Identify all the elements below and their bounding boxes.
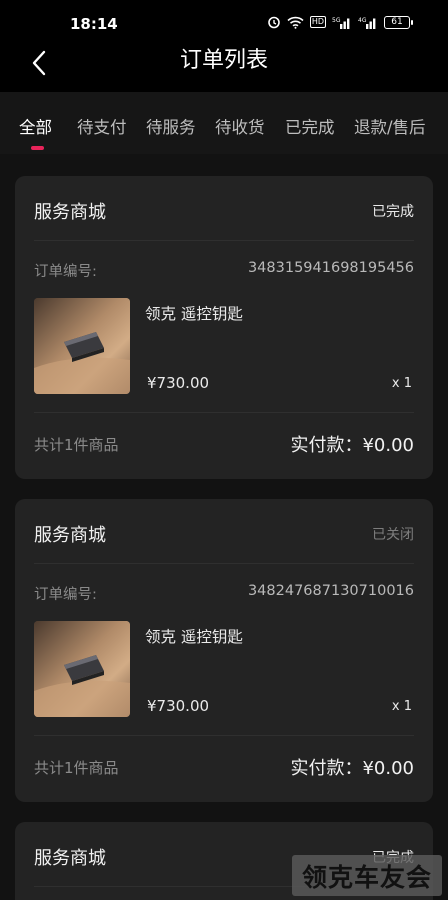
tab-all[interactable]: 全部 xyxy=(19,114,52,138)
tab-refund[interactable]: 退款/售后 xyxy=(354,114,426,138)
svg-text:5G: 5G xyxy=(332,17,341,24)
shop-name: 服务商城 xyxy=(34,848,106,869)
tab-pending-payment[interactable]: 待支付 xyxy=(77,114,127,138)
item-count: 共计1件商品 xyxy=(34,758,119,777)
page-title: 订单列表 xyxy=(179,48,268,73)
order-status: 已完成 xyxy=(372,204,414,220)
order-number: 348247687130710016 xyxy=(247,583,414,599)
order-card[interactable]: 服务商城 已完成 订单编号: 348315941698195456 领克 遥控钥… xyxy=(15,176,433,479)
status-bar: 18:14 HD 5G 4G 61 xyxy=(0,0,448,40)
product-image[interactable] xyxy=(34,298,130,394)
order-card[interactable]: 服务商城 已关闭 订单编号: 348247687130710016 领克 遥控钥… xyxy=(15,499,433,802)
hd-badge: HD xyxy=(309,16,326,28)
shop-name: 服务商城 xyxy=(34,202,106,223)
watermark-logo: 领克车友会 xyxy=(292,855,442,896)
nav-bar: 订单列表 xyxy=(0,40,448,92)
order-number-label: 订单编号: xyxy=(34,264,97,280)
tab-bar: 全部 待支付 待服务 待收货 已完成 退款/售后 xyxy=(0,92,448,154)
order-number-label: 订单编号: xyxy=(34,587,97,603)
order-number: 348315941698195456 xyxy=(247,260,414,276)
tab-pending-receipt[interactable]: 待收货 xyxy=(215,114,265,138)
signal-4g-icon: 4G xyxy=(358,16,378,29)
status-icons: HD 5G 4G 61 xyxy=(267,15,413,29)
svg-text:4G: 4G xyxy=(358,17,367,24)
product-name: 领克 遥控钥匙 xyxy=(145,628,243,646)
status-time: 18:14 xyxy=(70,15,118,33)
wifi-icon xyxy=(287,16,304,29)
tab-pending-service[interactable]: 待服务 xyxy=(146,114,196,138)
divider xyxy=(34,412,414,413)
paid-amount: 实付款：¥0.00 xyxy=(290,758,414,779)
divider xyxy=(34,240,414,241)
order-status: 已关闭 xyxy=(372,527,414,543)
product-image[interactable] xyxy=(34,621,130,717)
shop-name: 服务商城 xyxy=(34,525,106,546)
product-name: 领克 遥控钥匙 xyxy=(145,305,243,323)
tab-completed[interactable]: 已完成 xyxy=(285,114,335,138)
product-quantity: x 1 xyxy=(391,699,412,714)
item-count: 共计1件商品 xyxy=(34,435,119,454)
product-price: ¥730.00 xyxy=(147,697,210,715)
divider xyxy=(34,563,414,564)
product-quantity: x 1 xyxy=(391,376,412,391)
signal-5g-icon: 5G xyxy=(332,16,352,29)
paid-amount: 实付款：¥0.00 xyxy=(290,435,414,456)
divider xyxy=(34,735,414,736)
product-price: ¥730.00 xyxy=(147,374,210,392)
active-tab-indicator xyxy=(31,146,44,150)
battery-indicator: 61 xyxy=(384,15,413,29)
alarm-icon xyxy=(267,15,281,29)
